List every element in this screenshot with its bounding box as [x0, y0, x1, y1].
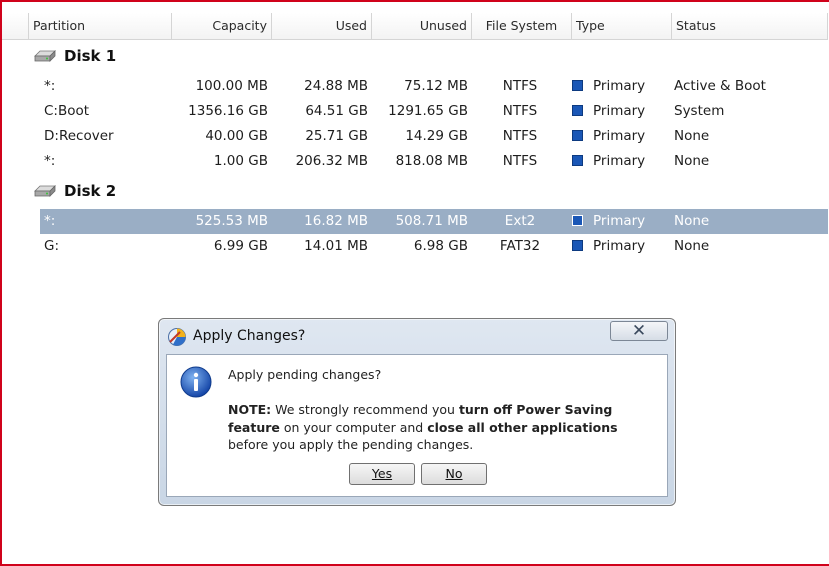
- partition-capacity: 100.00 MB: [195, 78, 268, 94]
- window-frame-top: [0, 0, 829, 2]
- partition-unused: 75.12 MB: [404, 78, 468, 94]
- partition-type-marker-icon: [572, 155, 583, 166]
- partition-row[interactable]: *: 100.00 MB 24.88 MB 75.12 MB NTFS Prim…: [40, 74, 828, 99]
- partition-type: Primary: [572, 74, 672, 99]
- partition-type: Primary: [572, 234, 672, 259]
- partition-type-marker-icon: [572, 240, 583, 251]
- dialog-message: Apply pending changes?: [228, 367, 382, 382]
- dialog-content: Apply pending changes? NOTE: We strongly…: [166, 354, 668, 497]
- partition-capacity: 525.53 MB: [195, 213, 268, 229]
- partition-capacity: 1.00 GB: [213, 153, 268, 169]
- partition-used: 25.71 GB: [305, 128, 368, 144]
- partition-used: 14.01 MB: [304, 238, 368, 254]
- column-file-system[interactable]: File System: [472, 13, 572, 39]
- no-button-label: No: [445, 466, 463, 481]
- partition-type: Primary: [572, 209, 672, 234]
- partition-type-label: Primary: [593, 238, 646, 254]
- disk-title: Disk 1: [64, 47, 117, 65]
- disk-group-header[interactable]: Disk 2: [34, 180, 116, 202]
- partition-status: None: [674, 213, 710, 229]
- partition-name: *:: [44, 78, 56, 94]
- partition-used: 16.82 MB: [304, 213, 368, 229]
- hard-disk-icon: [34, 185, 56, 197]
- partition-row[interactable]: *: 1.00 GB 206.32 MB 818.08 MB NTFS Prim…: [40, 149, 828, 174]
- partition-unused: 14.29 GB: [405, 128, 468, 144]
- column-unused[interactable]: Unused: [372, 13, 472, 39]
- note-text: on your computer and: [279, 419, 428, 435]
- partition-file-system: NTFS: [502, 103, 538, 119]
- partition-name: G:: [44, 238, 60, 254]
- partition-type: Primary: [572, 124, 672, 149]
- partition-type-label: Primary: [593, 128, 646, 144]
- partition-name: *:: [44, 213, 56, 229]
- partition-type-label: Primary: [593, 78, 646, 94]
- partition-used: 64.51 GB: [305, 103, 368, 119]
- disk-group-header[interactable]: Disk 1: [34, 45, 116, 67]
- yes-button[interactable]: Yes: [349, 463, 415, 485]
- column-type[interactable]: Type: [572, 13, 672, 39]
- column-capacity[interactable]: Capacity: [172, 13, 272, 39]
- partition-type-label: Primary: [593, 213, 646, 229]
- partition-type-marker-icon: [572, 105, 583, 116]
- partition-type-marker-icon: [572, 80, 583, 91]
- partition-type-marker-icon: [572, 130, 583, 141]
- note-label: NOTE:: [228, 402, 272, 417]
- disk-title: Disk 2: [64, 182, 117, 200]
- note-emphasis: close all other applications: [427, 419, 618, 435]
- partition-file-system: NTFS: [502, 78, 538, 94]
- column-partition[interactable]: Partition: [28, 13, 172, 39]
- partition-status: None: [674, 128, 710, 144]
- partition-unused: 508.71 MB: [395, 213, 468, 229]
- partition-type: Primary: [572, 99, 672, 124]
- partition-type-marker-icon: [572, 215, 583, 226]
- partition-row-selected[interactable]: *: 525.53 MB 16.82 MB 508.71 MB Ext2 Pri…: [40, 209, 828, 234]
- no-button[interactable]: No: [421, 463, 487, 485]
- column-header: Partition Capacity Used Unused File Syst…: [2, 13, 828, 40]
- dialog-note: NOTE: We strongly recommend you turn off…: [228, 401, 658, 454]
- apply-changes-dialog: Apply Changes? ✕ Apply pending changes? …: [158, 318, 676, 506]
- hard-disk-icon: [34, 50, 56, 62]
- partition-name: D:Recover: [44, 128, 114, 144]
- partition-capacity: 1356.16 GB: [188, 103, 268, 119]
- column-status[interactable]: Status: [672, 13, 828, 39]
- note-text: We strongly recommend you: [271, 402, 459, 417]
- info-icon: [180, 366, 212, 398]
- partition-name: *:: [44, 153, 56, 169]
- close-button[interactable]: ✕: [610, 321, 668, 341]
- dialog-titlebar[interactable]: Apply Changes? ✕: [159, 319, 675, 355]
- partition-type-label: Primary: [593, 103, 646, 119]
- partition-unused: 1291.65 GB: [388, 103, 468, 119]
- partition-file-system: FAT32: [499, 238, 541, 254]
- partition-unused: 818.08 MB: [395, 153, 468, 169]
- partition-type: Primary: [572, 149, 672, 174]
- partition-app-icon: [168, 328, 186, 346]
- partition-status: None: [674, 238, 710, 254]
- partition-name: C:Boot: [44, 103, 90, 119]
- partition-file-system: NTFS: [502, 153, 538, 169]
- partition-file-system: NTFS: [502, 128, 538, 144]
- partition-used: 24.88 MB: [304, 78, 368, 94]
- partition-row[interactable]: C:Boot 1356.16 GB 64.51 GB 1291.65 GB NT…: [40, 99, 828, 124]
- partition-type-label: Primary: [593, 153, 646, 169]
- partition-status: None: [674, 153, 710, 169]
- partition-unused: 6.98 GB: [413, 238, 468, 254]
- column-used[interactable]: Used: [272, 13, 372, 39]
- partition-status: Active & Boot: [674, 78, 766, 94]
- partition-used: 206.32 MB: [295, 153, 368, 169]
- window-frame-left: [0, 0, 2, 566]
- yes-button-label: Yes: [371, 466, 393, 481]
- dialog-title: Apply Changes?: [193, 328, 306, 344]
- partition-row[interactable]: G: 6.99 GB 14.01 MB 6.98 GB FAT32 Primar…: [40, 234, 828, 259]
- partition-capacity: 6.99 GB: [213, 238, 268, 254]
- partition-file-system: Ext2: [504, 213, 536, 229]
- note-text: before you apply the pending changes.: [228, 437, 474, 452]
- partition-row[interactable]: D:Recover 40.00 GB 25.71 GB 14.29 GB NTF…: [40, 124, 828, 149]
- partition-capacity: 40.00 GB: [205, 128, 268, 144]
- close-icon: ✕: [631, 321, 647, 341]
- partition-status: System: [674, 103, 725, 119]
